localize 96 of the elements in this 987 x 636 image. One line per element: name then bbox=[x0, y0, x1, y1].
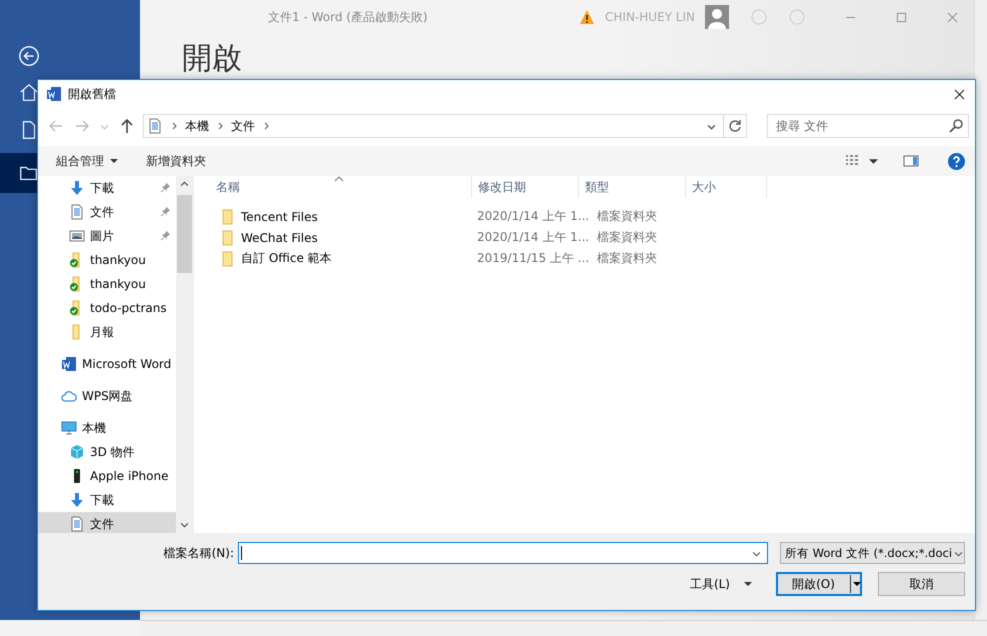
file-type-label: 所有 Word 文件 (*.docx;*.doci bbox=[785, 546, 952, 560]
nav-label: 文件 bbox=[90, 516, 114, 532]
help-icon[interactable] bbox=[948, 152, 965, 170]
filename-field[interactable] bbox=[238, 542, 768, 564]
chevron-right-icon bbox=[216, 122, 224, 130]
table-cell-text: 檔案資料夾 bbox=[596, 250, 658, 267]
column-header[interactable]: 類型 bbox=[579, 176, 686, 198]
pin-icon bbox=[160, 182, 171, 193]
nav-item[interactable]: thankyou bbox=[38, 272, 176, 296]
avatar-icon[interactable] bbox=[705, 5, 729, 29]
table-cell-text: 2019/11/15 上午 ... bbox=[476, 250, 590, 267]
cancel-button[interactable]: 取消 bbox=[878, 572, 965, 596]
nav-item[interactable]: 本機 bbox=[38, 416, 176, 440]
nav-item[interactable]: 下載 bbox=[38, 176, 176, 200]
search-icon bbox=[948, 118, 964, 134]
document-icon bbox=[147, 118, 163, 134]
nav-label: thankyou bbox=[90, 277, 146, 291]
nav-label: 文件 bbox=[90, 204, 114, 220]
caret-icon bbox=[744, 580, 752, 588]
chevron-right-icon bbox=[170, 122, 178, 130]
word-logo-icon bbox=[61, 356, 77, 372]
open-button[interactable]: 開啟(O) bbox=[776, 572, 862, 596]
scroll-up-icon[interactable] bbox=[180, 180, 189, 189]
file-name[interactable]: WeChat Files bbox=[241, 230, 318, 244]
dialog-title: 開啟舊檔 bbox=[68, 86, 116, 102]
download-arrow-icon bbox=[69, 492, 85, 508]
column-header[interactable]: 名稱 bbox=[194, 176, 472, 198]
nav-item[interactable]: 文件 bbox=[38, 200, 176, 224]
nav-label: todo-pctrans bbox=[90, 301, 167, 315]
breadcrumb[interactable]: 文件 bbox=[231, 118, 255, 134]
close-icon[interactable] bbox=[954, 88, 965, 100]
column-header[interactable]: 修改日期 bbox=[472, 176, 579, 198]
nav-label: 3D 物件 bbox=[90, 444, 135, 460]
scrollbar-thumb[interactable] bbox=[177, 195, 192, 273]
nav-label: WPS网盘 bbox=[82, 388, 133, 404]
user-name: CHIN-HUEY LIN bbox=[605, 10, 695, 24]
tools-button[interactable]: 工具(L) bbox=[684, 574, 758, 594]
table-cell-text: 檔案資料夾 bbox=[596, 229, 658, 246]
caret-icon[interactable] bbox=[869, 156, 878, 166]
nav-label: 月報 bbox=[90, 324, 114, 340]
table-cell-text: 2020/1/14 上午 1... bbox=[476, 208, 590, 225]
caret-icon bbox=[110, 157, 118, 165]
preview-pane-icon[interactable] bbox=[902, 153, 920, 169]
file-type-dropdown[interactable]: 所有 Word 文件 (*.docx;*.doci bbox=[780, 542, 965, 564]
back-icon[interactable] bbox=[18, 45, 40, 67]
scroll-down-icon[interactable] bbox=[180, 520, 189, 529]
nav-item[interactable]: todo-pctrans bbox=[38, 296, 176, 320]
nav-item[interactable]: 圖片 bbox=[38, 224, 176, 248]
download-arrow-icon bbox=[69, 180, 85, 196]
file-name[interactable]: 自訂 Office 範本 bbox=[241, 250, 332, 267]
nav-label: 本機 bbox=[82, 420, 106, 436]
picture-icon bbox=[69, 228, 85, 244]
nav-item[interactable]: thankyou bbox=[38, 248, 176, 272]
nav-label: Microsoft Word bbox=[82, 357, 172, 371]
nav-item[interactable]: 月報 bbox=[38, 320, 176, 344]
caret-icon[interactable] bbox=[853, 580, 861, 588]
scrollbar[interactable] bbox=[176, 176, 193, 533]
nav-label: 圖片 bbox=[90, 228, 114, 244]
maximize-icon[interactable] bbox=[896, 12, 907, 22]
organize-button[interactable]: 組合管理 bbox=[46, 150, 128, 172]
refresh-icon bbox=[727, 118, 743, 134]
table-cell-text: 檔案資料夾 bbox=[596, 208, 658, 225]
computer-icon bbox=[61, 420, 77, 436]
document-icon bbox=[69, 516, 85, 532]
pin-icon bbox=[160, 206, 171, 217]
nav-label: 下載 bbox=[90, 180, 114, 196]
chevron-right-icon bbox=[262, 122, 270, 130]
search-field[interactable]: 搜尋 文件 bbox=[767, 114, 969, 138]
breadcrumb[interactable]: 本機 bbox=[185, 118, 209, 134]
nav-label: 下載 bbox=[90, 492, 114, 508]
window-title: 文件1 - Word (產品啟動失敗) bbox=[268, 8, 429, 26]
filename-label: 檔案名稱(N): bbox=[164, 544, 234, 562]
nav-label: thankyou bbox=[90, 253, 146, 267]
warning-icon bbox=[579, 9, 596, 25]
page-heading: 開啟 bbox=[182, 40, 243, 78]
nav-item[interactable]: 文件 bbox=[38, 512, 176, 533]
pin-icon bbox=[160, 230, 171, 241]
cloud-icon bbox=[61, 388, 77, 404]
open-label: 開啟(O) bbox=[791, 576, 836, 592]
nav-item[interactable]: WPS网盘 bbox=[38, 384, 176, 408]
file-name[interactable]: Tencent Files bbox=[241, 210, 318, 224]
nav-item[interactable]: 下載 bbox=[38, 488, 176, 512]
sort-caret-icon bbox=[334, 176, 344, 182]
cube-icon bbox=[69, 444, 85, 460]
nav-item[interactable]: Microsoft Word bbox=[38, 352, 176, 376]
nav-item[interactable]: 3D 物件 bbox=[38, 440, 176, 464]
address-bar[interactable]: 本機 文件 bbox=[143, 114, 747, 138]
column-header[interactable]: 大小 bbox=[686, 176, 767, 198]
table-cell-text: 2020/1/14 上午 1... bbox=[476, 229, 590, 246]
up-arrow-icon[interactable] bbox=[119, 118, 135, 134]
word-logo-icon bbox=[46, 86, 62, 102]
nav-label: Apple iPhone bbox=[90, 469, 168, 483]
nav-item[interactable]: Apple iPhone bbox=[38, 464, 176, 488]
home-icon[interactable] bbox=[18, 82, 40, 104]
document-icon bbox=[69, 204, 85, 220]
new-folder-button[interactable]: 新增資料夾 bbox=[136, 150, 216, 172]
